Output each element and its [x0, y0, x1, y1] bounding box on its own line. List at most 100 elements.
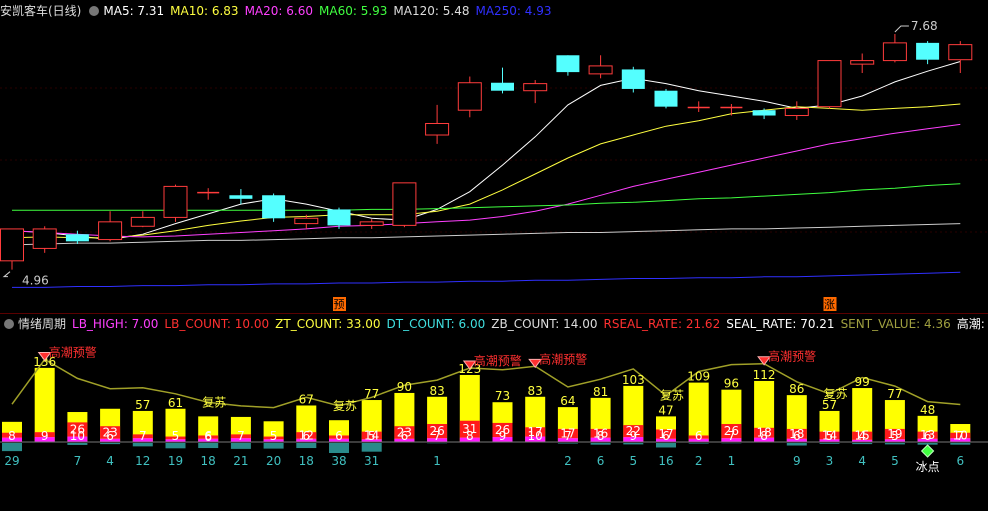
candle — [817, 60, 842, 109]
zt-count-label: 96 — [724, 377, 739, 391]
indicator-legend-item: LB_COUNT: 10.00 — [164, 317, 270, 331]
zt-count-label: 86 — [789, 382, 804, 396]
candle — [882, 34, 907, 63]
candle-body — [32, 228, 57, 249]
ice-point-icon — [920, 444, 935, 458]
candle-body — [229, 195, 253, 199]
sub-chart-legend: 情绪周期 LB_HIGH: 7.00 LB_COUNT: 10.00 ZT_COUNT… — [0, 316, 988, 332]
zt-count-label: 67 — [299, 392, 314, 406]
signal-marker-yu: 预 — [334, 298, 345, 311]
dt-count-label: 21 — [233, 454, 248, 468]
lb-high-label: 6 — [302, 429, 310, 443]
zt-count-label: 90 — [397, 380, 412, 394]
signal-marker-zhang: 涨 — [824, 298, 835, 311]
zt-count-label: 47 — [658, 403, 673, 417]
candle-body — [0, 228, 24, 262]
dt-count-bar — [361, 443, 382, 452]
lb-high-label: 8 — [760, 429, 768, 443]
low-pointer — [2, 271, 11, 278]
candle — [229, 189, 253, 205]
candle-body — [262, 195, 286, 219]
revival-label: 复苏 — [824, 387, 848, 401]
lb-high-label: 7 — [564, 429, 572, 443]
candlestick-chart[interactable]: 7.68 4.96 预 涨 — [0, 0, 988, 313]
candle — [621, 66, 645, 93]
indicator-legend-item: ZT_COUNT: 33.00 — [275, 317, 381, 331]
candle-body — [817, 60, 842, 108]
dt-count-bar — [950, 443, 971, 445]
zt-count-label: 83 — [528, 384, 543, 398]
candle-body — [65, 234, 89, 242]
lb-high-label: 6 — [335, 429, 343, 443]
ma250-line — [12, 271, 961, 288]
candle-body — [294, 217, 319, 225]
zt-count-label: 57 — [135, 398, 150, 412]
candle-body — [621, 69, 645, 89]
candle — [32, 226, 57, 253]
sentiment-cycle-chart[interactable]: 1365761677790831237383648110347109961128… — [0, 333, 988, 511]
candle — [687, 101, 710, 112]
candle-body — [98, 221, 123, 241]
candle — [98, 211, 123, 242]
candle-body — [523, 83, 548, 92]
ice-point-label: 冰点 — [916, 460, 940, 474]
candle-body — [425, 122, 450, 136]
dt-count-bar — [623, 443, 644, 445]
candle — [425, 104, 450, 144]
climax-warning-label: 高潮预警 — [474, 353, 522, 368]
dt-count-label: 1 — [728, 454, 736, 468]
candle — [392, 182, 417, 228]
indicator-settings-icon[interactable] — [4, 319, 14, 329]
zt-count-label: 73 — [495, 389, 510, 403]
lb-high-label: 9 — [629, 429, 637, 443]
candle-body — [556, 55, 580, 73]
lb-high-label: 5 — [826, 429, 834, 443]
candle-body — [130, 216, 155, 227]
revival-label: 复苏 — [202, 395, 226, 409]
candle — [65, 230, 89, 244]
dt-count-label: 38 — [331, 454, 346, 468]
lb-high-label: 7 — [139, 429, 147, 443]
dt-count-bar — [329, 443, 349, 453]
dt-count-label: 4 — [858, 454, 866, 468]
indicator-legend-item: SENT_VALUE: 4.36 — [840, 317, 951, 331]
climax-warning-label: 高潮预警 — [49, 344, 97, 359]
dt-count-bar — [852, 443, 873, 445]
zt-count-label: 77 — [364, 387, 379, 401]
dt-count-bar — [230, 443, 251, 449]
lb-high-label: 5 — [368, 429, 376, 443]
candle — [0, 228, 24, 270]
lb-high-label: 9 — [41, 429, 49, 443]
revival-label: 复苏 — [660, 389, 684, 403]
lb-high-label: 9 — [499, 429, 507, 443]
dt-count-label: 1 — [433, 454, 441, 468]
climax-warning-label: 高潮预警 — [539, 351, 587, 366]
zt-count-label: 77 — [887, 387, 902, 401]
candle — [654, 88, 678, 109]
dt-count-label: 6 — [597, 454, 605, 468]
candle-body — [882, 42, 907, 62]
sentiment-bar — [361, 400, 382, 452]
zt-count-label: 81 — [593, 385, 608, 399]
zt-count-label: 48 — [920, 403, 935, 417]
candle — [556, 55, 580, 76]
indicator-legend-item: SEAL_RATE: 70.21 — [726, 317, 835, 331]
lb-high-label: 5 — [172, 429, 180, 443]
dt-count-label: 18 — [201, 454, 216, 468]
candle-body — [457, 82, 482, 111]
dt-count-bar — [819, 443, 840, 444]
candle-body — [588, 65, 613, 75]
candle-body — [163, 185, 188, 218]
lb-high-label: 10 — [70, 429, 85, 443]
zt-count-label: 61 — [168, 396, 183, 410]
dt-count-label: 5 — [891, 454, 899, 468]
lb-high-label: 10 — [528, 429, 543, 443]
lb-high-label: 6 — [695, 429, 703, 443]
candle — [784, 101, 809, 120]
panel-divider — [0, 313, 988, 314]
candle — [752, 108, 776, 120]
high-pointer — [894, 25, 909, 33]
candle-body — [392, 182, 417, 226]
lb-high-label: 8 — [8, 429, 16, 443]
candle-body — [948, 44, 973, 61]
